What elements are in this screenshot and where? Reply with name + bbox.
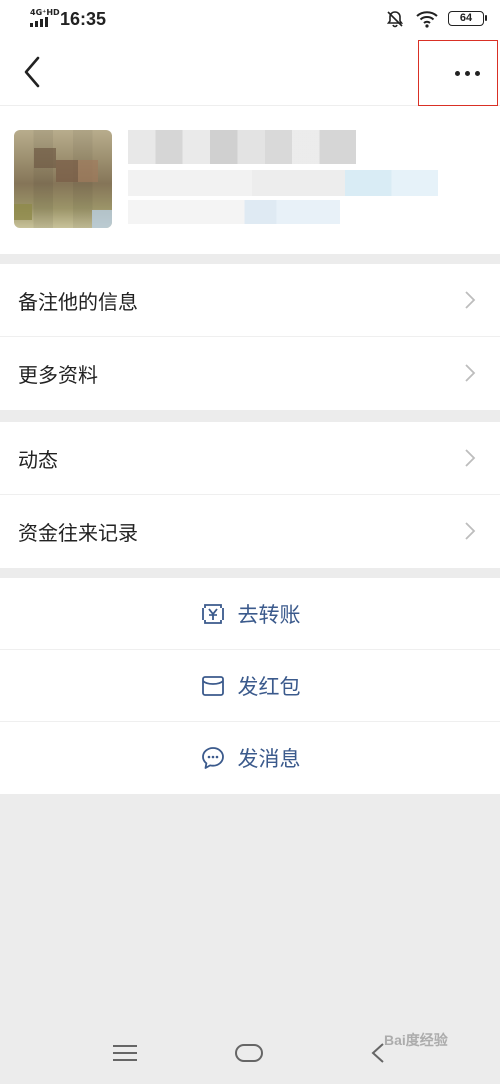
chevron-right-icon [465,291,476,309]
avatar[interactable] [14,130,112,228]
status-bar: 4G⁺HD 16:35 64 [0,0,500,40]
chevron-right-icon [465,522,476,540]
send-message-label: 发消息 [237,747,301,771]
transfer-label: 去转账 [237,602,301,627]
send-message-button[interactable]: 发消息 [0,722,500,794]
menu-item-label: 资金往来记录 [18,521,138,545]
menu-group-info: 备注他的信息 更多资料 [0,264,500,410]
menu-item-more-profile[interactable]: 更多资料 [0,337,500,410]
chat-bubble-icon [201,747,224,769]
transfer-button[interactable]: 去转账 [0,578,500,650]
more-options-button[interactable] [418,40,498,106]
mute-bell-icon [386,11,404,28]
signal-icon [30,17,48,27]
back-arrow-icon[interactable] [18,54,48,90]
battery-indicator: 64 [448,11,487,26]
menu-item-moments[interactable]: 动态 [0,422,500,495]
blurred-region-info [128,200,340,224]
network-indicator: 4G⁺HD [30,8,60,17]
chevron-right-icon [465,364,476,382]
menu-item-label: 动态 [18,447,58,472]
menu-item-label: 备注他的信息 [18,289,138,314]
wifi-icon [416,11,438,28]
profile-header [0,106,500,254]
recent-apps-icon[interactable] [112,1044,138,1062]
red-packet-icon [201,675,224,696]
menu-item-transaction-records[interactable]: 资金往来记录 [0,495,500,568]
watermark: Bai度经验 [384,1032,448,1048]
home-icon[interactable] [235,1044,263,1062]
status-time: 16:35 [60,9,107,29]
red-packet-button[interactable]: 发红包 [0,650,500,722]
action-list: 去转账 发红包 发消息 [0,578,500,794]
menu-item-remark[interactable]: 备注他的信息 [0,264,500,337]
red-packet-label: 发红包 [237,674,301,699]
more-dots-icon [455,71,480,76]
blurred-nickname [128,130,356,164]
chevron-right-icon [465,449,476,467]
yuan-transfer-icon [201,603,224,624]
menu-item-label: 更多资料 [18,363,98,387]
blurred-account-info [128,170,438,196]
top-nav-bar [0,40,500,106]
menu-group-activity: 动态 资金往来记录 [0,422,500,568]
